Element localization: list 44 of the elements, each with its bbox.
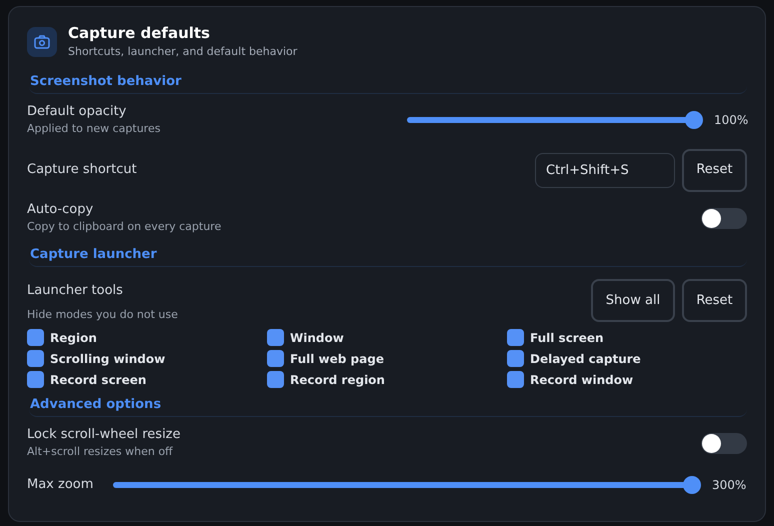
card-subtitle: Shortcuts, launcher, and default behavior xyxy=(68,45,298,59)
toolbar-button[interactable]: Reset xyxy=(682,279,747,322)
reset-button[interactable]: Reset xyxy=(682,148,747,192)
slider-thumb[interactable] xyxy=(683,476,701,494)
toolbar-button[interactable]: Show all xyxy=(591,279,675,322)
shortcut-field[interactable]: Ctrl+Shift+S xyxy=(535,152,675,188)
slider-value: 100% xyxy=(714,112,747,129)
checkbox[interactable] xyxy=(507,329,524,346)
section-heading: Advanced options xyxy=(29,396,747,417)
setting-description: Copy to clipboard on every capture xyxy=(27,220,222,234)
setting-label: Max zoom xyxy=(27,476,94,494)
checkbox[interactable] xyxy=(27,371,44,388)
checkbox[interactable] xyxy=(267,350,284,367)
checkbox[interactable] xyxy=(27,350,44,367)
setting-description: Applied to new captures xyxy=(27,122,162,136)
tool-checkbox[interactable]: Full screen xyxy=(507,329,747,346)
setting-description: Hide modes you do not use xyxy=(27,308,179,322)
slider-value: 300% xyxy=(712,477,747,494)
setting-label: Capture shortcut xyxy=(27,162,138,178)
checkbox[interactable] xyxy=(267,329,284,346)
tool-checkbox[interactable]: Record screen xyxy=(27,371,267,388)
tool-checkbox[interactable]: Record region xyxy=(267,371,507,388)
section-heading: Screenshot behavior xyxy=(29,73,747,94)
tool-checkbox[interactable]: Record window xyxy=(507,371,747,388)
tool-checkbox[interactable]: Full web page xyxy=(267,350,507,367)
setting-label: Default opacity xyxy=(27,104,128,120)
tool-checkbox[interactable]: Delayed capture xyxy=(507,350,747,367)
setting-description: Alt+scroll resizes when off xyxy=(27,445,174,459)
camera-icon xyxy=(27,26,57,56)
toggle-switch[interactable] xyxy=(701,208,747,228)
section-heading: Capture launcher xyxy=(29,246,747,267)
checkbox[interactable] xyxy=(507,350,524,367)
checkbox[interactable] xyxy=(507,371,524,388)
tool-checkbox[interactable]: Window xyxy=(267,329,507,346)
checkbox[interactable] xyxy=(267,371,284,388)
slider-thumb[interactable] xyxy=(685,111,703,129)
setting-label: Launcher tools xyxy=(27,283,124,299)
card-title: Capture defaults xyxy=(68,24,211,42)
setting-label: Auto-copy xyxy=(27,202,94,218)
tool-checkbox[interactable]: Region xyxy=(27,329,267,346)
toggle-switch[interactable] xyxy=(701,432,747,454)
setting-label: Lock scroll-wheel resize xyxy=(27,427,182,443)
checkbox[interactable] xyxy=(27,329,44,346)
tool-checkbox[interactable]: Scrolling window xyxy=(27,350,267,367)
